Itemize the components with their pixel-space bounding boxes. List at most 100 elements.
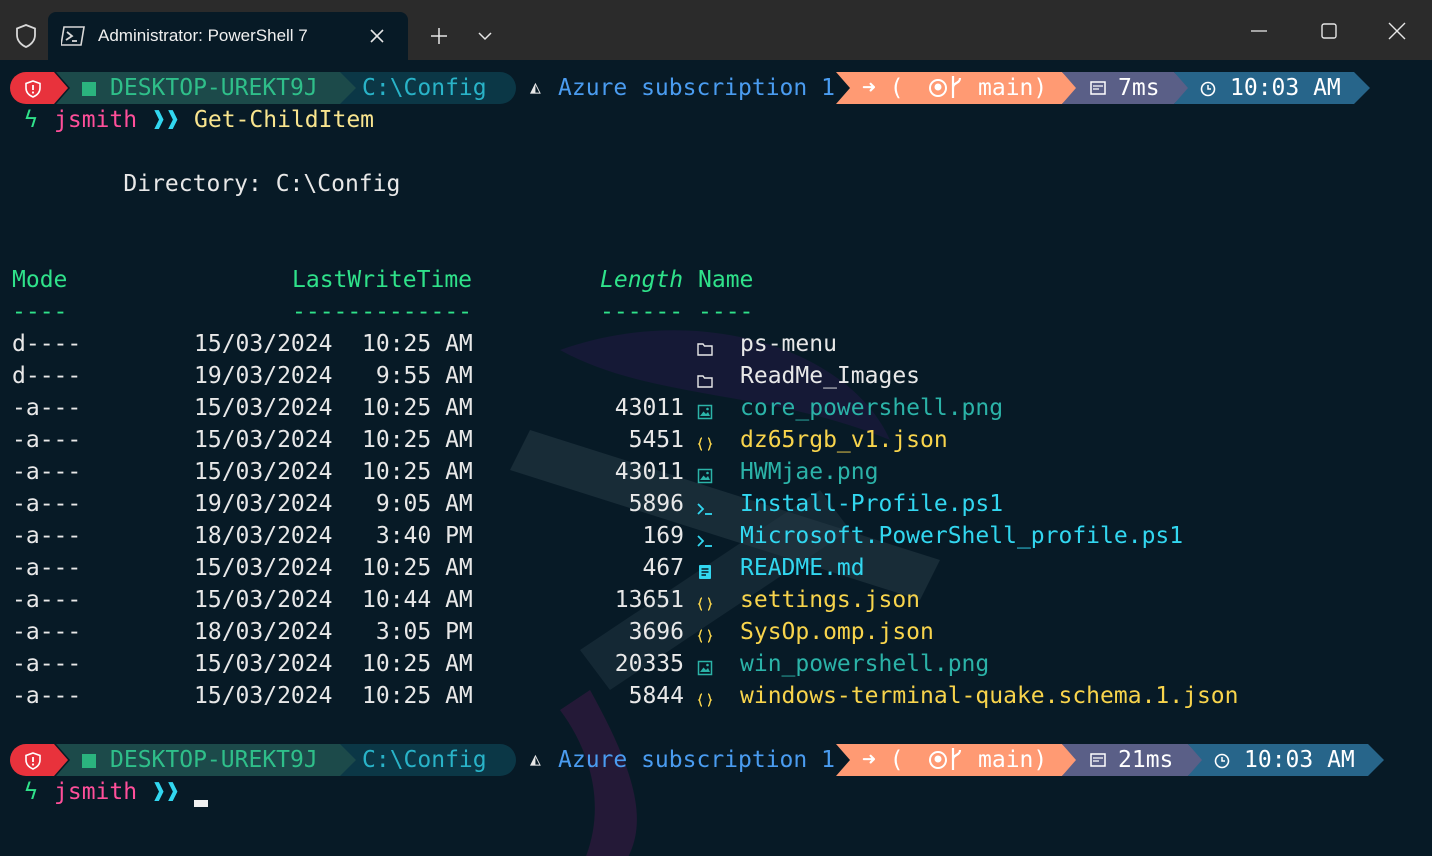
row-mode: -a--- [12,395,82,421]
row-length: 43011 [614,395,684,421]
row-date: 18/03/2024 [194,523,333,549]
git-prefix: ➜ ( [862,75,904,101]
row-time: 10:25 AM [362,683,473,709]
row-date: 15/03/2024 [194,587,333,613]
row-name: ReadMe_Images [740,363,921,389]
close-icon[interactable] [1374,16,1420,46]
underline-name: ---- [698,299,754,325]
lightning-icon: ϟ [24,107,38,133]
powershell-icon [60,25,86,47]
clock-time: 10:03 AM [1230,75,1341,101]
row-length: 467 [642,555,684,581]
directory-label: Directory: C:\Config [68,171,401,197]
underline-mode: ---- [12,299,68,325]
json-file-icon [697,432,715,451]
azure-icon-2: ◭ [530,749,541,770]
current-path: C:\Config [362,75,487,101]
image-file-icon [697,400,715,420]
row-date: 15/03/2024 [194,331,333,357]
clock-time-2: 10:03 AM [1244,747,1355,773]
windows-icon [82,82,96,96]
tab-close-icon[interactable] [366,25,388,47]
lightning-icon-2: ϟ [24,779,38,805]
git-branch-icon-2 [951,748,962,770]
prompt-arrows-2: ❱❱ [152,779,180,805]
row-name: README.md [740,555,865,581]
row-time: 10:44 AM [362,587,473,613]
terminal-content[interactable]: DESKTOP-UREKT9J C:\Config ◭ Azure subscr… [0,60,1432,856]
row-date: 19/03/2024 [194,491,333,517]
powershell-file-icon [697,496,715,515]
folder-icon [697,368,715,388]
header-name: Name [698,267,754,293]
row-time: 3:40 PM [362,523,473,549]
minimize-icon[interactable] [1236,16,1282,46]
row-name: Install-Profile.ps1 [740,491,1004,517]
shield-icon[interactable] [10,20,42,52]
row-time: 3:05 PM [362,619,473,645]
maximize-icon[interactable] [1306,16,1352,46]
prompt-arrows: ❱❱ [152,107,180,133]
row-length: 43011 [614,459,684,485]
terminal-window: Administrator: PowerShell 7 DESKTOP-UREK… [0,0,1432,856]
row-time: 10:25 AM [362,331,473,357]
row-name: dz65rgb_v1.json [740,427,948,453]
github-icon-2 [929,751,947,769]
row-time: 10:25 AM [362,555,473,581]
row-date: 15/03/2024 [194,651,333,677]
title-bar: Administrator: PowerShell 7 [0,0,1432,60]
execution-time-icon-2 [1090,753,1106,767]
azure-icon: ◭ [530,77,541,98]
row-date: 15/03/2024 [194,459,333,485]
header-mode: Mode [12,267,68,293]
row-name: Microsoft.PowerShell_profile.ps1 [740,523,1184,549]
image-file-icon [697,464,715,484]
row-length: 169 [642,523,684,549]
command-text: Get-ChildItem [194,107,375,133]
row-time: 9:55 AM [362,363,473,389]
markdown-file-icon [697,560,715,579]
row-time: 10:25 AM [362,651,473,677]
row-date: 15/03/2024 [194,555,333,581]
row-date: 18/03/2024 [194,619,333,645]
github-icon [929,79,947,97]
git-branch-icon [951,76,962,98]
row-mode: -a--- [12,427,82,453]
row-length: 5451 [628,427,684,453]
current-path-2: C:\Config [362,747,487,773]
row-name: SysOp.omp.json [740,619,934,645]
tab-powershell[interactable]: Administrator: PowerShell 7 [48,12,408,60]
azure-subscription-2: Azure subscription 1 [558,747,835,773]
row-mode: -a--- [12,523,82,549]
row-name: windows-terminal-quake.schema.1.json [740,683,1239,709]
git-branch: main) [978,75,1048,101]
image-file-icon [697,656,715,676]
underline-length: ------ [600,299,684,325]
execution-time-icon [1090,81,1106,95]
row-date: 15/03/2024 [194,427,333,453]
azure-subscription: Azure subscription 1 [558,75,835,101]
row-mode: -a--- [12,619,82,645]
shield-alert-icon-2 [25,752,41,770]
json-file-icon [697,592,715,611]
underline-lastwritetime: ------------- [292,299,473,325]
row-mode: -a--- [12,491,82,517]
header-length: Length [600,267,684,293]
text-cursor[interactable] [194,800,208,807]
row-mode: d---- [12,331,82,357]
row-mode: -a--- [12,651,82,677]
row-date: 19/03/2024 [194,363,333,389]
row-length: 5844 [628,683,684,709]
row-name: settings.json [740,587,921,613]
row-length: 20335 [614,651,684,677]
header-lastwritetime: LastWriteTime [292,267,473,293]
json-file-icon [697,688,715,707]
prompt-user: jsmith [54,107,138,133]
row-name: ps-menu [740,331,837,357]
folder-icon [697,336,715,356]
chevron-down-icon[interactable] [470,22,500,50]
row-length: 3696 [628,619,684,645]
plus-icon[interactable] [424,22,454,50]
row-name: win_powershell.png [740,651,990,677]
row-name: HWMjae.png [740,459,879,485]
